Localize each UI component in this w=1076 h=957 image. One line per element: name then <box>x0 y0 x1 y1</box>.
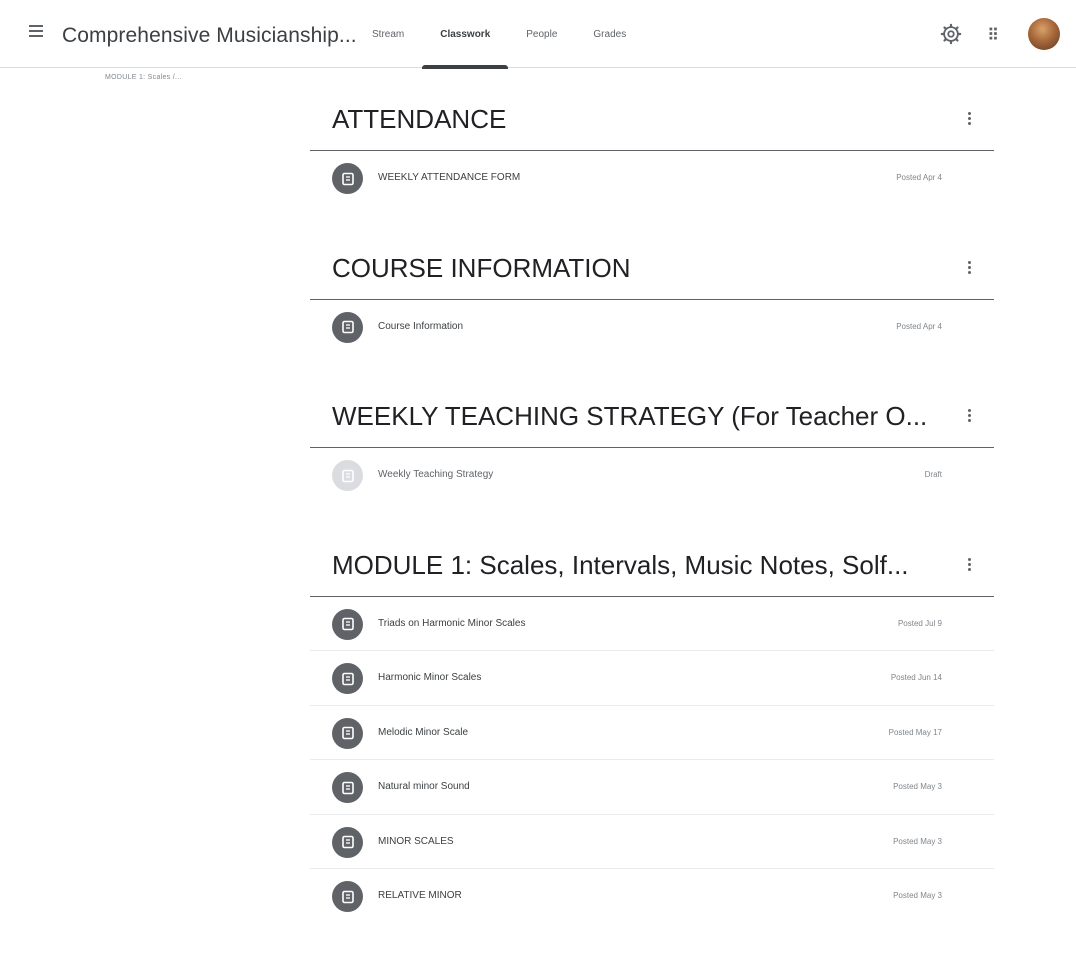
assignment-icon <box>332 608 363 640</box>
topic-header: MODULE 1: Scales, Intervals, Music Notes… <box>310 536 994 597</box>
topic-header: COURSE INFORMATION <box>310 239 994 300</box>
item-status: Posted May 3 <box>893 782 942 791</box>
item-title: Melodic Minor Scale <box>378 726 469 738</box>
item-status: Posted Apr 4 <box>896 173 942 182</box>
class-title[interactable]: Comprehensive Musicianship... <box>62 24 357 48</box>
class-tabs: Stream Classwork People Grades <box>354 0 644 69</box>
more-vert-icon[interactable] <box>964 259 974 279</box>
more-vert-icon[interactable] <box>964 110 974 130</box>
item-title: RELATIVE MINOR <box>378 890 462 901</box>
classwork-item[interactable]: Natural minor Sound Posted May 3 <box>310 760 994 815</box>
more-vert-icon[interactable] <box>964 407 974 427</box>
classwork-item[interactable]: Course Information Posted Apr 4 <box>310 300 994 355</box>
item-status: Posted Jun 14 <box>890 673 942 682</box>
item-status: Posted May 3 <box>893 891 942 900</box>
settings-gear-icon[interactable] <box>940 23 962 45</box>
topic-section: WEEKLY TEACHING STRATEGY (For Teacher O.… <box>310 387 994 503</box>
top-right-actions <box>940 18 1060 50</box>
item-status: Posted May 3 <box>893 836 942 846</box>
tab-people[interactable]: People <box>508 0 575 68</box>
topic-section: MODULE 1: Scales, Intervals, Music Notes… <box>310 536 994 924</box>
hamburger-menu-icon[interactable] <box>26 22 46 42</box>
assignment-icon <box>332 717 363 749</box>
breadcrumb[interactable]: MODULE 1: Scales /... <box>105 74 182 81</box>
assignment-icon <box>332 163 363 194</box>
assignment-icon <box>332 772 363 803</box>
tab-stream[interactable]: Stream <box>354 0 422 68</box>
classwork-item[interactable]: Triads on Harmonic Minor Scales Posted J… <box>310 597 994 651</box>
user-avatar[interactable] <box>1028 18 1060 50</box>
item-title: Triads on Harmonic Minor Scales <box>378 617 526 629</box>
assignment-icon <box>332 881 363 912</box>
assignment-draft-icon <box>332 460 363 491</box>
topic-title[interactable]: WEEKLY TEACHING STRATEGY (For Teacher O.… <box>332 401 927 432</box>
assignment-icon <box>332 663 363 694</box>
topic-title[interactable]: MODULE 1: Scales, Intervals, Music Notes… <box>332 550 909 581</box>
item-title: Weekly Teaching Strategy <box>378 469 494 480</box>
topic-title[interactable]: ATTENDANCE <box>332 104 506 135</box>
topic-header: ATTENDANCE <box>310 90 994 151</box>
topic-header: WEEKLY TEACHING STRATEGY (For Teacher O.… <box>310 387 994 448</box>
tab-grades[interactable]: Grades <box>575 0 644 68</box>
item-status: Posted Jul 9 <box>897 618 942 628</box>
more-vert-icon[interactable] <box>964 556 974 576</box>
classwork-item[interactable]: RELATIVE MINOR Posted May 3 <box>310 869 994 924</box>
topic-section: ATTENDANCE WEEKLY ATTENDANCE FORM Posted… <box>310 90 994 206</box>
assignment-icon <box>332 311 363 343</box>
classwork-item[interactable]: MINOR SCALES Posted May 3 <box>310 815 994 869</box>
item-title: WEEKLY ATTENDANCE FORM <box>378 172 521 183</box>
item-status: Draft <box>924 470 942 479</box>
classwork-list: ATTENDANCE WEEKLY ATTENDANCE FORM Posted… <box>310 90 994 957</box>
topic-section: COURSE INFORMATION Course Information Po… <box>310 239 994 355</box>
item-title: Harmonic Minor Scales <box>378 672 482 683</box>
classwork-item[interactable]: Weekly Teaching Strategy Draft <box>310 448 994 503</box>
assignment-icon <box>332 826 363 858</box>
item-status: Posted Apr 4 <box>896 321 942 331</box>
item-title: Natural minor Sound <box>378 781 470 792</box>
item-status: Posted May 17 <box>888 727 942 737</box>
item-title: Course Information <box>378 320 464 332</box>
classwork-item[interactable]: Melodic Minor Scale Posted May 17 <box>310 706 994 760</box>
tab-classwork[interactable]: Classwork <box>422 0 509 69</box>
topic-title[interactable]: COURSE INFORMATION <box>332 253 631 284</box>
classwork-item[interactable]: WEEKLY ATTENDANCE FORM Posted Apr 4 <box>310 151 994 206</box>
top-app-bar: Comprehensive Musicianship... Stream Cla… <box>0 0 1076 69</box>
classwork-item[interactable]: Harmonic Minor Scales Posted Jun 14 <box>310 651 994 706</box>
item-title: MINOR SCALES <box>378 835 454 847</box>
google-apps-icon[interactable] <box>984 23 1006 45</box>
